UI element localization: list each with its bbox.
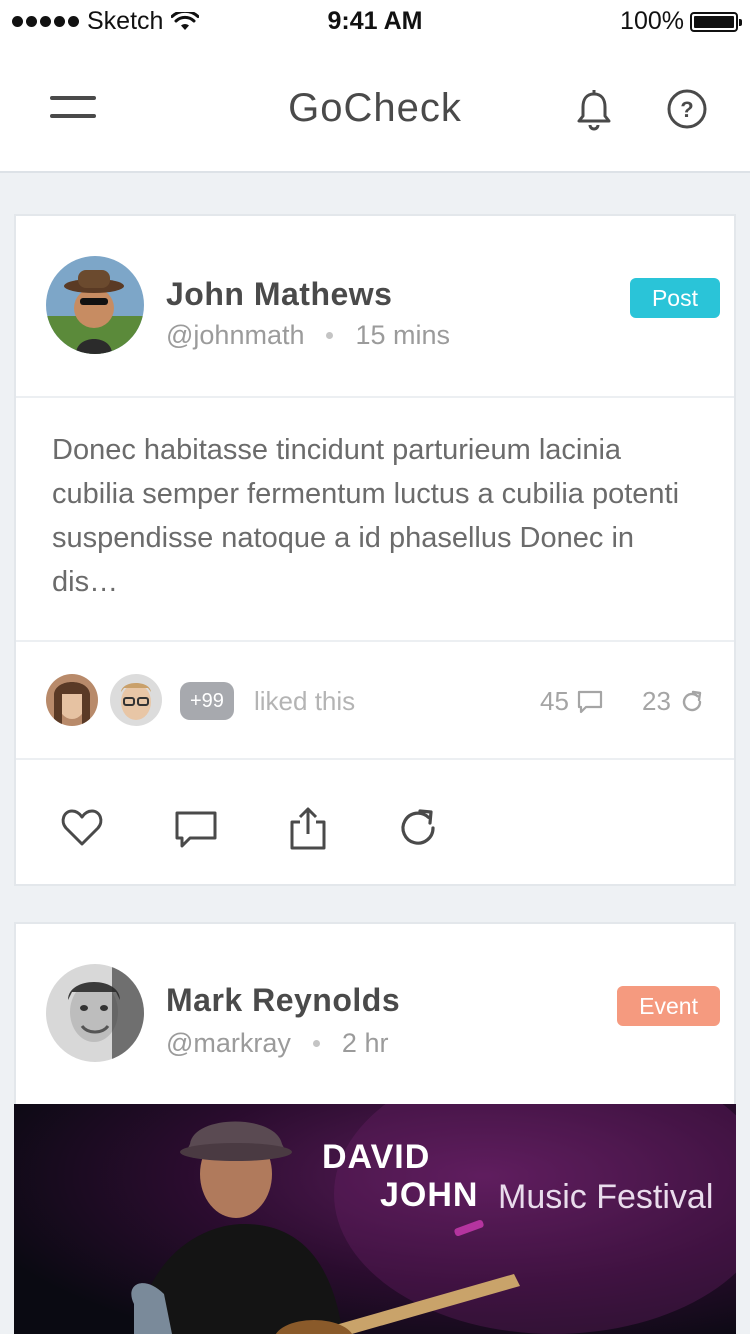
author-name[interactable]: John Mathews: [166, 276, 392, 313]
author-meta: @johnmath 15 mins: [166, 320, 450, 351]
separator-dot: [312, 1040, 320, 1047]
author-handle[interactable]: @johnmath: [166, 320, 304, 351]
comment-small-icon: [577, 690, 603, 713]
post-tag-badge: Event: [617, 986, 720, 1026]
post-header: John Mathews @johnmath 15 mins Post: [16, 216, 734, 396]
liker-avatar[interactable]: [46, 674, 98, 726]
liked-text: liked this: [254, 686, 356, 716]
banner-subtitle: Music Festival: [498, 1178, 714, 1216]
author-handle[interactable]: @markray: [166, 1028, 291, 1059]
svg-text:?: ?: [680, 97, 693, 122]
comment-icon[interactable]: [174, 806, 218, 850]
banner-title-line2: JOHN: [380, 1176, 479, 1214]
share-icon[interactable]: [286, 806, 330, 850]
actions-row: [16, 760, 734, 890]
likes-row: +99 liked this 45 23: [16, 642, 734, 758]
heart-icon[interactable]: [60, 806, 104, 850]
author-meta: @markray 2 hr: [166, 1028, 388, 1059]
comments-stat[interactable]: 45: [540, 686, 603, 717]
post-header: Mark Reynolds @markray 2 hr Event: [16, 924, 734, 1104]
event-banner-image[interactable]: DAVID JOHN Music Festival: [14, 1104, 736, 1334]
author-name[interactable]: Mark Reynolds: [166, 982, 400, 1019]
post-body: Donec habitasse tincidunt parturieum lac…: [52, 434, 680, 598]
comments-count: 45: [540, 686, 569, 716]
separator-dot: [326, 332, 334, 339]
post-card: Mark Reynolds @markray 2 hr Event DAVID …: [14, 922, 736, 1334]
liker-avatar[interactable]: [110, 674, 162, 726]
avatar[interactable]: [46, 256, 144, 354]
reposts-stat[interactable]: 23: [642, 686, 705, 717]
post-tag-badge: Post: [629, 278, 720, 318]
bell-icon[interactable]: [574, 88, 614, 132]
post-card: John Mathews @johnmath 15 mins Post Done…: [14, 214, 736, 886]
post-time: 15 mins: [355, 320, 451, 350]
status-bar: Sketch 9:41 AM 100%: [0, 0, 750, 46]
nav-bar: GoCheck ?: [0, 46, 750, 173]
avatar[interactable]: [46, 964, 144, 1062]
help-icon[interactable]: ?: [666, 88, 708, 130]
app-title: GoCheck: [288, 86, 462, 130]
repost-small-icon: [682, 690, 702, 711]
reposts-count: 23: [642, 686, 671, 716]
banner-title-line1: DAVID: [322, 1138, 431, 1176]
repost-icon[interactable]: [396, 806, 440, 850]
likes-count-badge[interactable]: +99: [180, 682, 234, 720]
status-right: 100%: [620, 7, 742, 36]
battery-percent: 100%: [620, 7, 684, 35]
battery-icon: [690, 11, 742, 32]
post-time: 2 hr: [341, 1028, 389, 1058]
